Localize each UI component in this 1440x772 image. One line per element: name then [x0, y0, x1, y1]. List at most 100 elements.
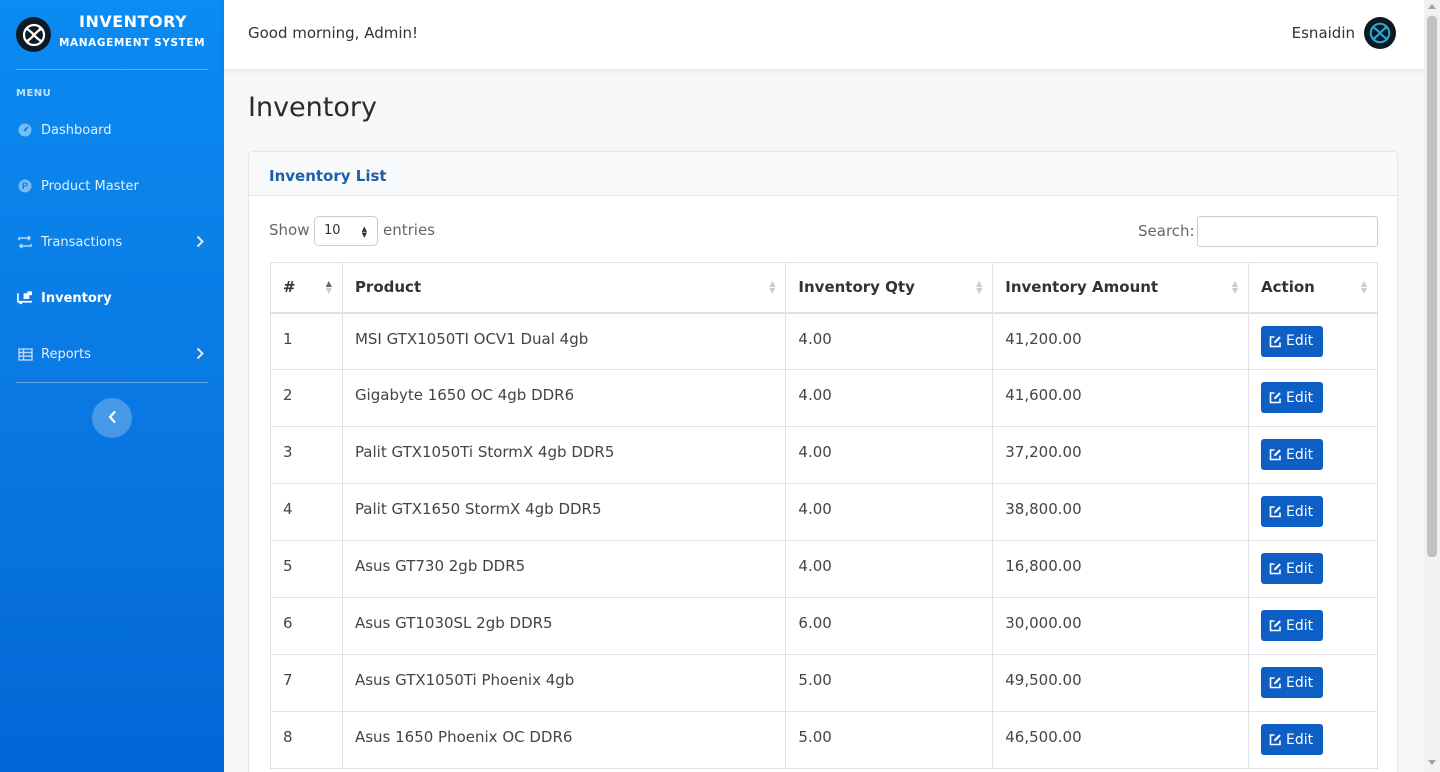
- cell-action: Edit: [1248, 312, 1378, 370]
- entries-per-page-value: 10: [324, 223, 341, 238]
- edit-icon: [1269, 335, 1282, 348]
- edit-button-label: Edit: [1286, 674, 1314, 691]
- cell-number: 8: [270, 711, 343, 769]
- sidebar-item-label: Inventory: [41, 290, 112, 306]
- scroll-up-arrow-icon[interactable]: [1428, 4, 1436, 9]
- edit-icon: [1269, 676, 1282, 689]
- cell-product: Asus GT1030SL 2gb DDR5: [341, 597, 787, 655]
- cell-action: Edit: [1248, 654, 1378, 712]
- sidebar-item-label: Dashboard: [41, 122, 112, 138]
- edit-icon: [1269, 619, 1282, 632]
- cell-action: Edit: [1248, 426, 1378, 484]
- cell-action: Edit: [1248, 540, 1378, 598]
- cell-inventory-amount: 37,200.00: [992, 426, 1250, 484]
- cell-number: 2: [270, 369, 343, 427]
- scroll-down-arrow-icon[interactable]: [1428, 760, 1436, 765]
- table-row: 5 Asus GT730 2gb DDR5 4.00 16,800.00 Edit: [270, 540, 1378, 598]
- sidebar-item-product-master[interactable]: P Product Master: [0, 166, 224, 206]
- entries-label: entries: [383, 221, 435, 239]
- edit-button-label: Edit: [1286, 617, 1314, 634]
- celtic-knot-logo-icon: [16, 17, 51, 52]
- table-grid-icon: [17, 346, 33, 362]
- sidebar-item-transactions[interactable]: Transactions: [0, 222, 224, 262]
- table-body: 1 MSI GTX1050TI OCV1 Dual 4gb 4.00 41,200.0…: [270, 312, 1378, 769]
- edit-button[interactable]: Edit: [1261, 667, 1324, 698]
- edit-button[interactable]: Edit: [1261, 439, 1324, 470]
- brand-title: INVENTORY MANAGEMENT SYSTEM: [59, 12, 224, 49]
- cell-inventory-qty: 4.00: [785, 312, 994, 370]
- inventory-list-card: Inventory List Show 10 ▲ ▼ entries Search…: [248, 151, 1398, 772]
- edit-icon: [1269, 733, 1282, 746]
- table-row: 6 Asus GT1030SL 2gb DDR5 6.00 30,000.00 Edit: [270, 597, 1378, 655]
- sidebar-item-dashboard[interactable]: Dashboard: [0, 110, 224, 150]
- sidebar: INVENTORY MANAGEMENT SYSTEM MENU Dashboa…: [0, 0, 224, 772]
- column-header-label: Action: [1261, 278, 1315, 297]
- sidebar-item-label: Transactions: [41, 234, 123, 250]
- card-title: Inventory List: [269, 167, 387, 185]
- table-row: 1 MSI GTX1050TI OCV1 Dual 4gb 4.00 41,200.0…: [270, 312, 1378, 370]
- edit-button[interactable]: Edit: [1261, 325, 1324, 357]
- edit-button-label: Edit: [1286, 560, 1314, 577]
- edit-button-label: Edit: [1286, 731, 1314, 748]
- table-row: 8 Asus 1650 Phoenix OC DDR6 5.00 46,500.00 E…: [270, 711, 1378, 769]
- edit-icon: [1269, 448, 1282, 461]
- cell-product: Palit GTX1050Ti StormX 4gb DDR5: [341, 426, 787, 484]
- edit-button[interactable]: Edit: [1261, 610, 1324, 641]
- inventory-table: # ▲ ▼ Product ▲ ▼ Inventory Qty ▲ ▼ Invento…: [270, 262, 1378, 769]
- greeting-text: Good morning, Admin!: [248, 24, 419, 42]
- edit-button[interactable]: Edit: [1261, 496, 1324, 527]
- page-scrollbar[interactable]: [1424, 0, 1440, 772]
- scroll-thumb[interactable]: [1427, 16, 1437, 557]
- cell-product: Gigabyte 1650 OC 4gb DDR6: [341, 369, 787, 427]
- cell-inventory-qty: 4.00: [785, 540, 994, 598]
- show-label: Show: [269, 221, 310, 239]
- sidebar-item-inventory[interactable]: Inventory: [0, 278, 224, 318]
- cell-product: Asus 1650 Phoenix OC DDR6: [341, 711, 787, 769]
- cell-number: 1: [270, 312, 343, 370]
- cell-inventory-amount: 16,800.00: [992, 540, 1250, 598]
- edit-button[interactable]: Edit: [1261, 553, 1324, 584]
- sort-icon: ▲ ▼: [769, 279, 776, 295]
- celtic-knot-avatar-icon: [1369, 22, 1391, 44]
- column-header-action[interactable]: Action ▲ ▼: [1248, 262, 1378, 314]
- cell-inventory-amount: 30,000.00: [992, 597, 1250, 655]
- card-header: Inventory List: [249, 152, 1397, 196]
- sort-icon: ▲ ▼: [1231, 279, 1239, 295]
- column-header-label: Product: [354, 278, 422, 297]
- column-header-label: #: [283, 278, 296, 297]
- entries-per-page-select[interactable]: 10 ▲ ▼: [314, 216, 378, 246]
- product-p-icon: P: [17, 178, 33, 194]
- sidebar-item-label: Product Master: [41, 178, 139, 194]
- cell-inventory-amount: 41,200.00: [992, 312, 1250, 370]
- sidebar-item-reports[interactable]: Reports: [0, 334, 224, 374]
- cell-action: Edit: [1248, 369, 1378, 427]
- sidebar-collapse-button[interactable]: [92, 398, 132, 438]
- edit-button[interactable]: Edit: [1261, 382, 1324, 413]
- column-header-product[interactable]: Product ▲ ▼: [341, 262, 787, 314]
- cell-product: MSI GTX1050TI OCV1 Dual 4gb: [341, 312, 787, 370]
- brand[interactable]: INVENTORY MANAGEMENT SYSTEM: [0, 0, 224, 70]
- table-row: 7 Asus GTX1050Ti Phoenix 4gb 5.00 49,500.00…: [270, 654, 1378, 712]
- cell-product: Asus GTX1050Ti Phoenix 4gb: [341, 654, 787, 712]
- cell-inventory-amount: 46,500.00: [992, 711, 1250, 769]
- edit-button-label: Edit: [1286, 389, 1314, 406]
- sort-ascending-icon: ▲ ▼: [325, 279, 332, 295]
- cell-inventory-qty: 4.00: [785, 369, 994, 427]
- cell-number: 5: [270, 540, 343, 598]
- dashboard-gauge-icon: [17, 122, 33, 138]
- user-avatar[interactable]: [1364, 17, 1396, 49]
- menu-heading: MENU: [16, 88, 52, 99]
- edit-button-label: Edit: [1286, 446, 1314, 463]
- sidebar-item-label: Reports: [41, 346, 91, 362]
- user-name[interactable]: Esnaidin: [1292, 24, 1355, 42]
- edit-button[interactable]: Edit: [1261, 724, 1324, 755]
- cell-inventory-qty: 5.00: [785, 711, 994, 769]
- column-header-inventory-amount[interactable]: Inventory Amount ▲ ▼: [992, 262, 1250, 314]
- search-input[interactable]: [1197, 216, 1378, 247]
- page-title: Inventory: [248, 92, 377, 123]
- cell-inventory-qty: 4.00: [785, 426, 994, 484]
- column-header-inventory-qty[interactable]: Inventory Qty ▲ ▼: [785, 262, 994, 314]
- brand-title-line2: MANAGEMENT SYSTEM: [59, 37, 206, 49]
- select-arrows-icon: ▲ ▼: [361, 225, 367, 239]
- column-header-number[interactable]: # ▲ ▼: [270, 262, 343, 314]
